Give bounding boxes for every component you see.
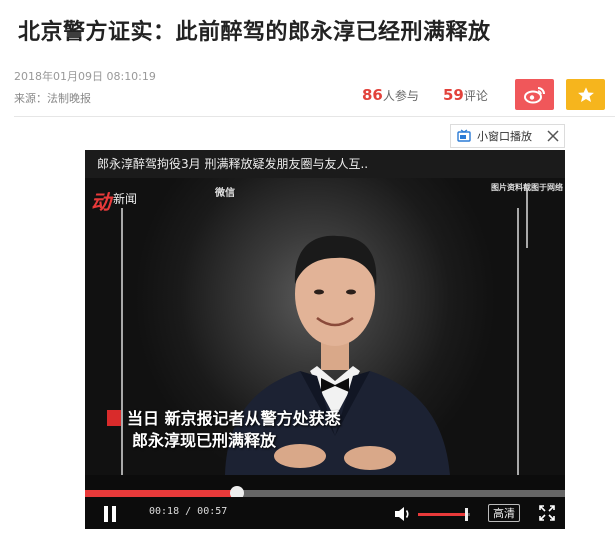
favorite-button[interactable] bbox=[566, 79, 605, 110]
pause-icon bbox=[112, 506, 116, 522]
subtitle-line-1: 当日 新京报记者从警方处获悉 bbox=[127, 409, 341, 428]
header-divider bbox=[14, 116, 615, 117]
comments-label: 评论 bbox=[463, 89, 488, 103]
progress-fill bbox=[85, 490, 237, 497]
video-subtitle: 当日 新京报记者从警方处获悉 郎永淳现已刑满释放 bbox=[107, 408, 341, 452]
player-controls: 00:18 / 00:57 高清 bbox=[85, 497, 565, 529]
channel-logo-text: 新闻 bbox=[113, 192, 138, 206]
fullscreen-icon[interactable] bbox=[539, 505, 555, 521]
volume-icon[interactable] bbox=[394, 506, 412, 522]
volume-knob[interactable] bbox=[464, 508, 468, 521]
pause-button[interactable] bbox=[101, 506, 119, 522]
duration: 00:57 bbox=[197, 506, 228, 517]
video-frame[interactable]: 动 新闻 微信 图片资料截图于网络 当日 新京报记者从警方处获悉 郎永淳现已刑满… bbox=[85, 178, 565, 475]
image-source-tag: 图片资料截图于网络 bbox=[491, 183, 563, 192]
participants-stat[interactable]: 86人参与 bbox=[362, 86, 419, 104]
time-display: 00:18 / 00:57 bbox=[149, 506, 228, 517]
article-source[interactable]: 来源：法制晚报 bbox=[14, 90, 91, 106]
comments-stat[interactable]: 59评论 bbox=[443, 86, 488, 104]
volume-fill bbox=[418, 513, 466, 516]
share-weibo-button[interactable] bbox=[515, 79, 554, 110]
mini-player-close-button[interactable] bbox=[541, 124, 565, 148]
article-title: 北京警方证实：此前醉驾的郎永淳已经刑满释放 bbox=[18, 20, 491, 45]
video-player[interactable]: 郎永淳醉驾拘役3月 刑满释放疑发朋友圈与友人互.. 动 新闻 微信 图片资料截图… bbox=[85, 150, 565, 529]
channel-logo-mark: 动 bbox=[91, 190, 111, 214]
participants-label: 人参与 bbox=[382, 89, 419, 103]
subtitle-marker bbox=[107, 410, 121, 426]
mini-player-label: 小窗口播放 bbox=[477, 130, 532, 143]
star-icon bbox=[577, 86, 594, 102]
video-title: 郎永淳醉驾拘役3月 刑满释放疑发朋友圈与友人互.. bbox=[85, 150, 565, 178]
pause-icon bbox=[104, 506, 108, 522]
backdrop-line bbox=[526, 188, 528, 248]
publish-datetime: 2018年01月09日 08:10:19 bbox=[14, 70, 156, 83]
volume-slider[interactable] bbox=[418, 508, 470, 521]
progress-bar[interactable] bbox=[85, 486, 565, 500]
comments-count: 59 bbox=[443, 86, 464, 104]
participants-count: 86 bbox=[362, 86, 383, 104]
close-icon bbox=[546, 130, 559, 142]
current-time: 00:18 bbox=[149, 506, 180, 517]
quality-button[interactable]: 高清 bbox=[488, 504, 520, 522]
subtitle-line-2: 郎永淳现已刑满释放 bbox=[132, 431, 277, 450]
tv-icon bbox=[457, 129, 471, 142]
weibo-icon bbox=[523, 86, 545, 103]
backdrop-line bbox=[517, 208, 519, 475]
